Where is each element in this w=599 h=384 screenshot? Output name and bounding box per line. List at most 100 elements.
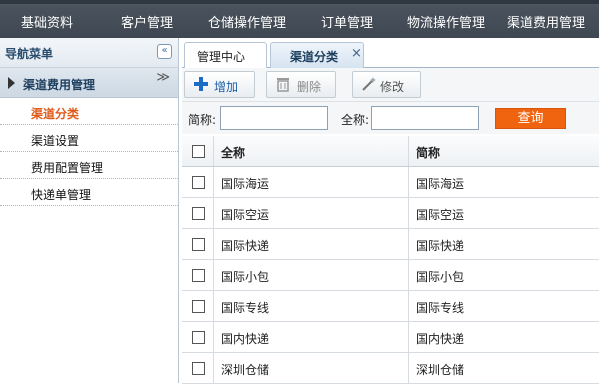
row-checkbox[interactable] [192,176,205,189]
short-name-text: 深圳仓储 [416,363,465,377]
add-button-label: 增加 [214,80,239,94]
full-name-cell: 国际空运 [214,198,409,228]
sidebar-item-fee-config[interactable]: 费用配置管理 [0,152,178,179]
header-short-name[interactable]: 简称 [409,136,599,166]
sidebar-item-channel-settings[interactable]: 渠道设置 [0,125,178,152]
tab-label: 渠道分类 [290,50,339,64]
tab-bar: 管理中心 渠道分类 × [182,38,599,68]
collapse-sidebar-icon[interactable]: « [157,44,172,59]
row-checkbox-cell [182,198,214,228]
add-button[interactable]: 增加 [184,71,255,98]
sidebar: 导航菜单 « 渠道费用管理 ≫ 渠道分类 渠道设置 费用配置管理 快递单管理 [0,38,179,383]
top-menu-channel-fee[interactable]: 渠道费用管理 [507,12,585,31]
table-row[interactable]: 国际专线 国际专线 [182,291,599,322]
sidebar-item-express-bills[interactable]: 快递单管理 [0,179,178,206]
short-name-cell: 深圳仓储 [409,353,599,383]
sidebar-title: 导航菜单 [5,47,54,61]
close-tab-icon[interactable]: × [351,46,362,61]
short-name-input[interactable] [220,106,328,130]
table-row[interactable]: 国内快递 国内快递 [182,322,599,353]
edit-button-label: 修改 [380,80,405,94]
query-button[interactable]: 查询 [495,108,566,129]
short-name-text: 国际小包 [416,270,465,284]
short-name-cell: 国内快递 [409,322,599,352]
full-name-text: 国际快递 [221,239,270,253]
delete-button[interactable]: 删除 [266,71,336,98]
top-menu-warehouse[interactable]: 仓储操作管理 [208,12,286,31]
short-name-cell: 国际海运 [409,167,599,197]
short-name-text: 国内快递 [416,332,465,346]
select-all-checkbox[interactable] [192,145,205,158]
row-checkbox[interactable] [192,269,205,282]
column-header-full-name: 全称 [221,146,246,160]
tab-channel-category[interactable]: 渠道分类 × [270,42,364,68]
double-chevron-icon[interactable]: ≫ [156,71,170,84]
row-checkbox-cell [182,322,214,352]
short-name-text: 国际快递 [416,239,465,253]
sidebar-group-channel-fee[interactable]: 渠道费用管理 ≫ [0,68,178,98]
top-menu-logistics[interactable]: 物流操作管理 [407,12,485,31]
top-menu-orders[interactable]: 订单管理 [321,12,373,31]
sidebar-header: 导航菜单 « [0,38,178,68]
row-checkbox-cell [182,167,214,197]
row-checkbox[interactable] [192,300,205,313]
full-name-text: 国内快递 [221,332,270,346]
plus-icon [194,77,208,91]
row-checkbox-cell [182,260,214,290]
row-checkbox[interactable] [192,362,205,375]
tab-management-center[interactable]: 管理中心 [184,42,267,68]
short-name-cell: 国际快递 [409,229,599,259]
full-name-text: 深圳仓储 [221,363,270,377]
short-name-text: 国际空运 [416,208,465,222]
edit-button[interactable]: 修改 [352,71,421,98]
toolbar: 增加 删除 修改 [182,68,599,102]
table-row[interactable]: 国际小包 国际小包 [182,260,599,291]
short-name-cell: 国际专线 [409,291,599,321]
full-name-cell: 国际小包 [214,260,409,290]
sidebar-item-label: 渠道设置 [31,134,80,148]
short-name-cell: 国际空运 [409,198,599,228]
header-checkbox-cell [182,136,214,166]
sidebar-item-label: 渠道分类 [31,107,80,121]
column-header-short-name: 简称 [416,146,441,160]
table-row[interactable]: 深圳仓储 深圳仓储 [182,353,599,384]
full-name-cell: 国际海运 [214,167,409,197]
short-name-cell: 国际小包 [409,260,599,290]
expand-triangle-icon [8,77,15,89]
row-checkbox[interactable] [192,207,205,220]
full-name-text: 国际专线 [221,301,270,315]
full-name-cell: 深圳仓储 [214,353,409,383]
full-name-cell: 国内快递 [214,322,409,352]
tab-label: 管理中心 [197,50,246,64]
row-checkbox-cell [182,353,214,383]
channel-table: 全称 简称 国际海运 国际海运 国际空运 国际空运 国际快递 国际快递 国际小包… [182,136,599,384]
table-header-row: 全称 简称 [182,136,599,167]
top-menu-basic-data[interactable]: 基础资料 [21,12,73,31]
trash-icon [277,78,289,92]
sidebar-group-label: 渠道费用管理 [23,78,96,92]
row-checkbox-cell [182,291,214,321]
full-name-input[interactable] [371,106,479,130]
short-name-text: 国际专线 [416,301,465,315]
short-name-label: 简称: [188,113,217,127]
row-checkbox-cell [182,229,214,259]
header-full-name[interactable]: 全称 [214,136,409,166]
row-checkbox[interactable] [192,331,205,344]
delete-button-label: 删除 [297,80,322,94]
table-row[interactable]: 国际快递 国际快递 [182,229,599,260]
full-name-cell: 国际快递 [214,229,409,259]
table-row[interactable]: 国际空运 国际空运 [182,198,599,229]
full-name-cell: 国际专线 [214,291,409,321]
table-row[interactable]: 国际海运 国际海运 [182,167,599,198]
full-name-text: 国际空运 [221,208,270,222]
top-stripe [0,0,599,4]
sidebar-item-channel-category[interactable]: 渠道分类 [0,98,178,125]
top-navigation-bar: 基础资料 客户管理 仓储操作管理 订单管理 物流操作管理 渠道费用管理 [0,0,599,38]
full-name-text: 国际海运 [221,177,270,191]
full-name-label: 全称: [341,113,370,127]
sidebar-item-label: 费用配置管理 [31,161,104,175]
short-name-text: 国际海运 [416,177,465,191]
magic-wand-icon [362,77,376,91]
row-checkbox[interactable] [192,238,205,251]
top-menu-customer[interactable]: 客户管理 [121,12,173,31]
